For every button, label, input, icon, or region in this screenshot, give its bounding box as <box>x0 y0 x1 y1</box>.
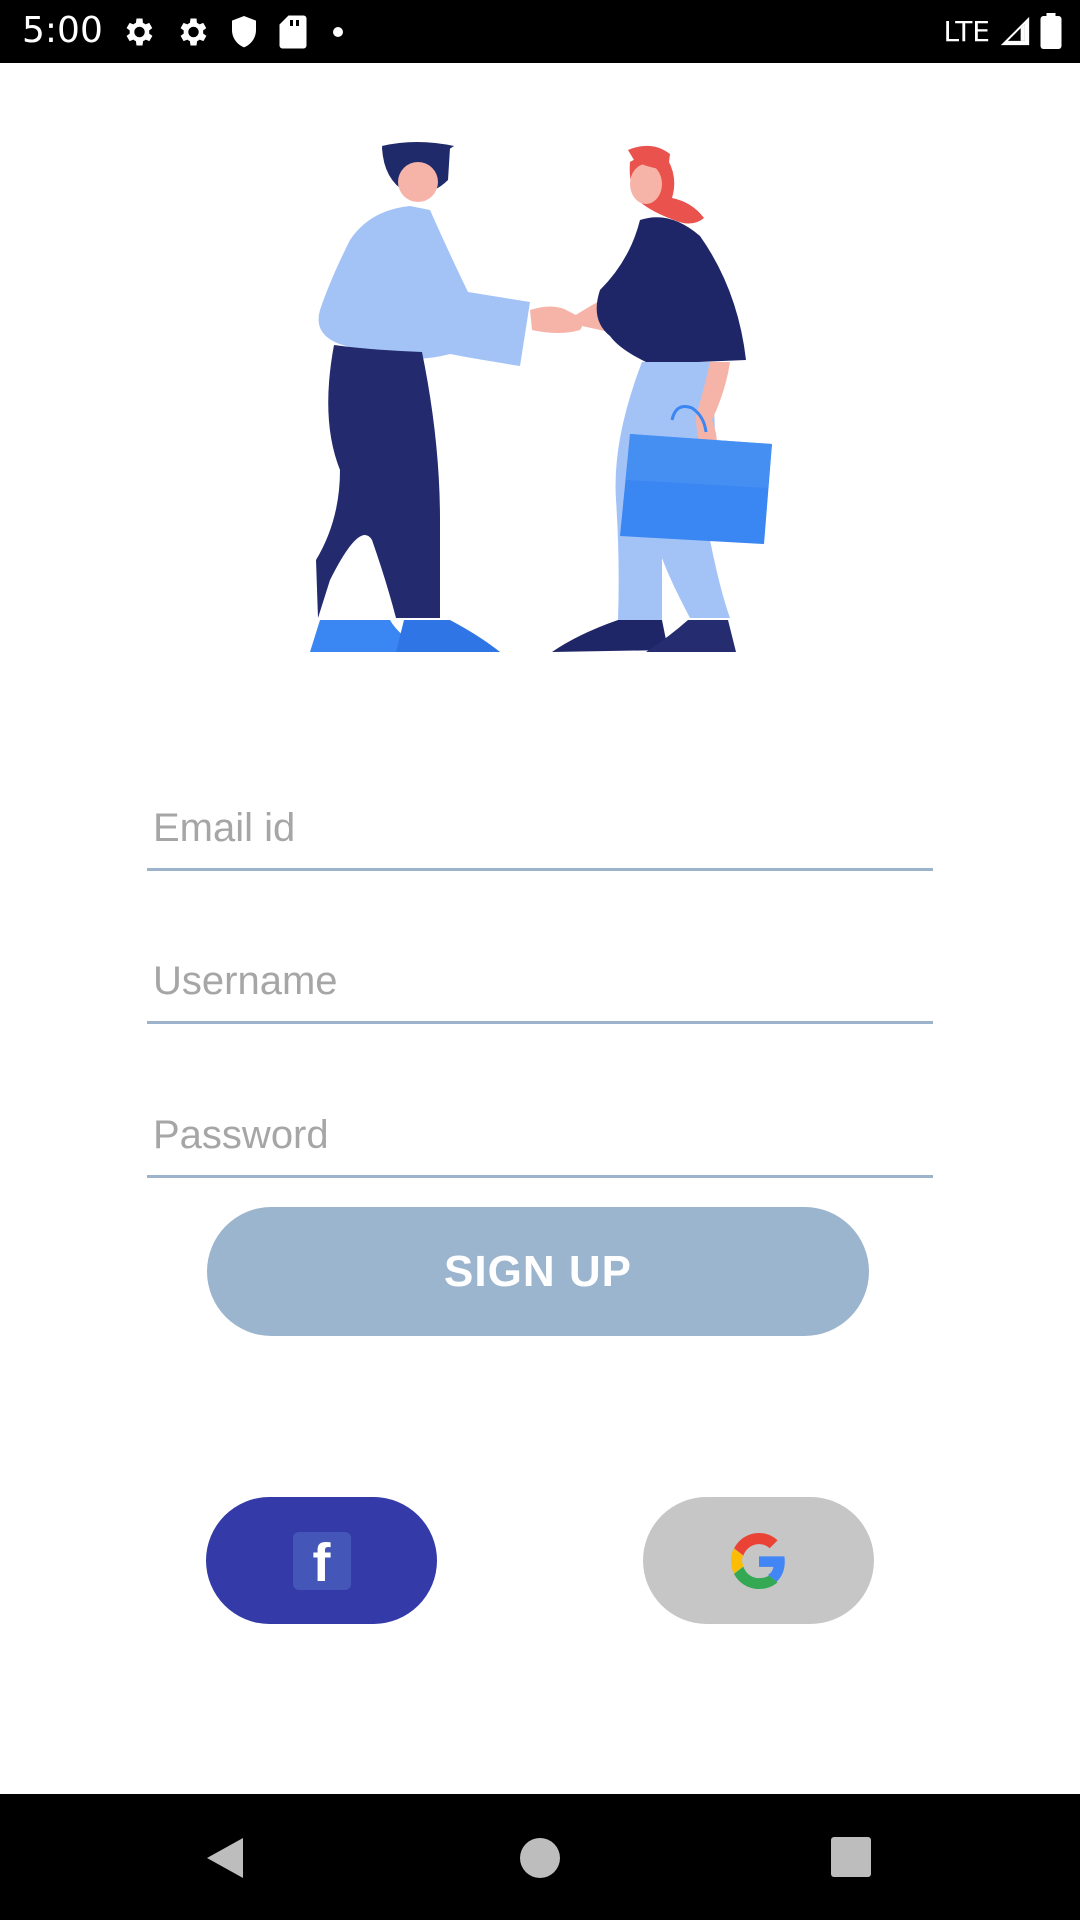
gear-icon <box>126 18 153 46</box>
status-time: 5:00 <box>22 10 103 51</box>
sd-card-icon <box>279 15 307 49</box>
shield-icon <box>232 16 256 48</box>
navigation-bar <box>0 1794 1080 1920</box>
status-bar: 5:00 LTE <box>0 0 1080 63</box>
password-input[interactable] <box>147 1095 933 1175</box>
home-icon[interactable] <box>520 1838 560 1878</box>
status-icons-left <box>120 12 350 52</box>
back-icon[interactable] <box>203 1834 247 1882</box>
email-input[interactable] <box>147 788 933 868</box>
email-field[interactable] <box>147 788 933 871</box>
gear-icon <box>180 18 207 46</box>
signup-button[interactable]: SIGN UP <box>207 1207 869 1336</box>
battery-icon <box>1040 13 1062 49</box>
facebook-login-button[interactable]: f <box>206 1497 437 1624</box>
username-field[interactable] <box>147 941 933 1024</box>
recents-icon[interactable] <box>831 1837 871 1877</box>
facebook-icon: f <box>292 1531 351 1593</box>
google-icon <box>730 1532 785 1589</box>
google-login-button[interactable] <box>643 1497 874 1624</box>
handshake-illustration <box>310 142 772 652</box>
dot-icon <box>333 27 343 37</box>
network-type: LTE <box>943 14 990 48</box>
signal-icon <box>1000 16 1030 46</box>
facebook-glyph: f <box>312 1532 331 1593</box>
username-input[interactable] <box>147 941 933 1021</box>
password-field[interactable] <box>147 1095 933 1178</box>
status-icons-right: LTE <box>943 10 1062 52</box>
